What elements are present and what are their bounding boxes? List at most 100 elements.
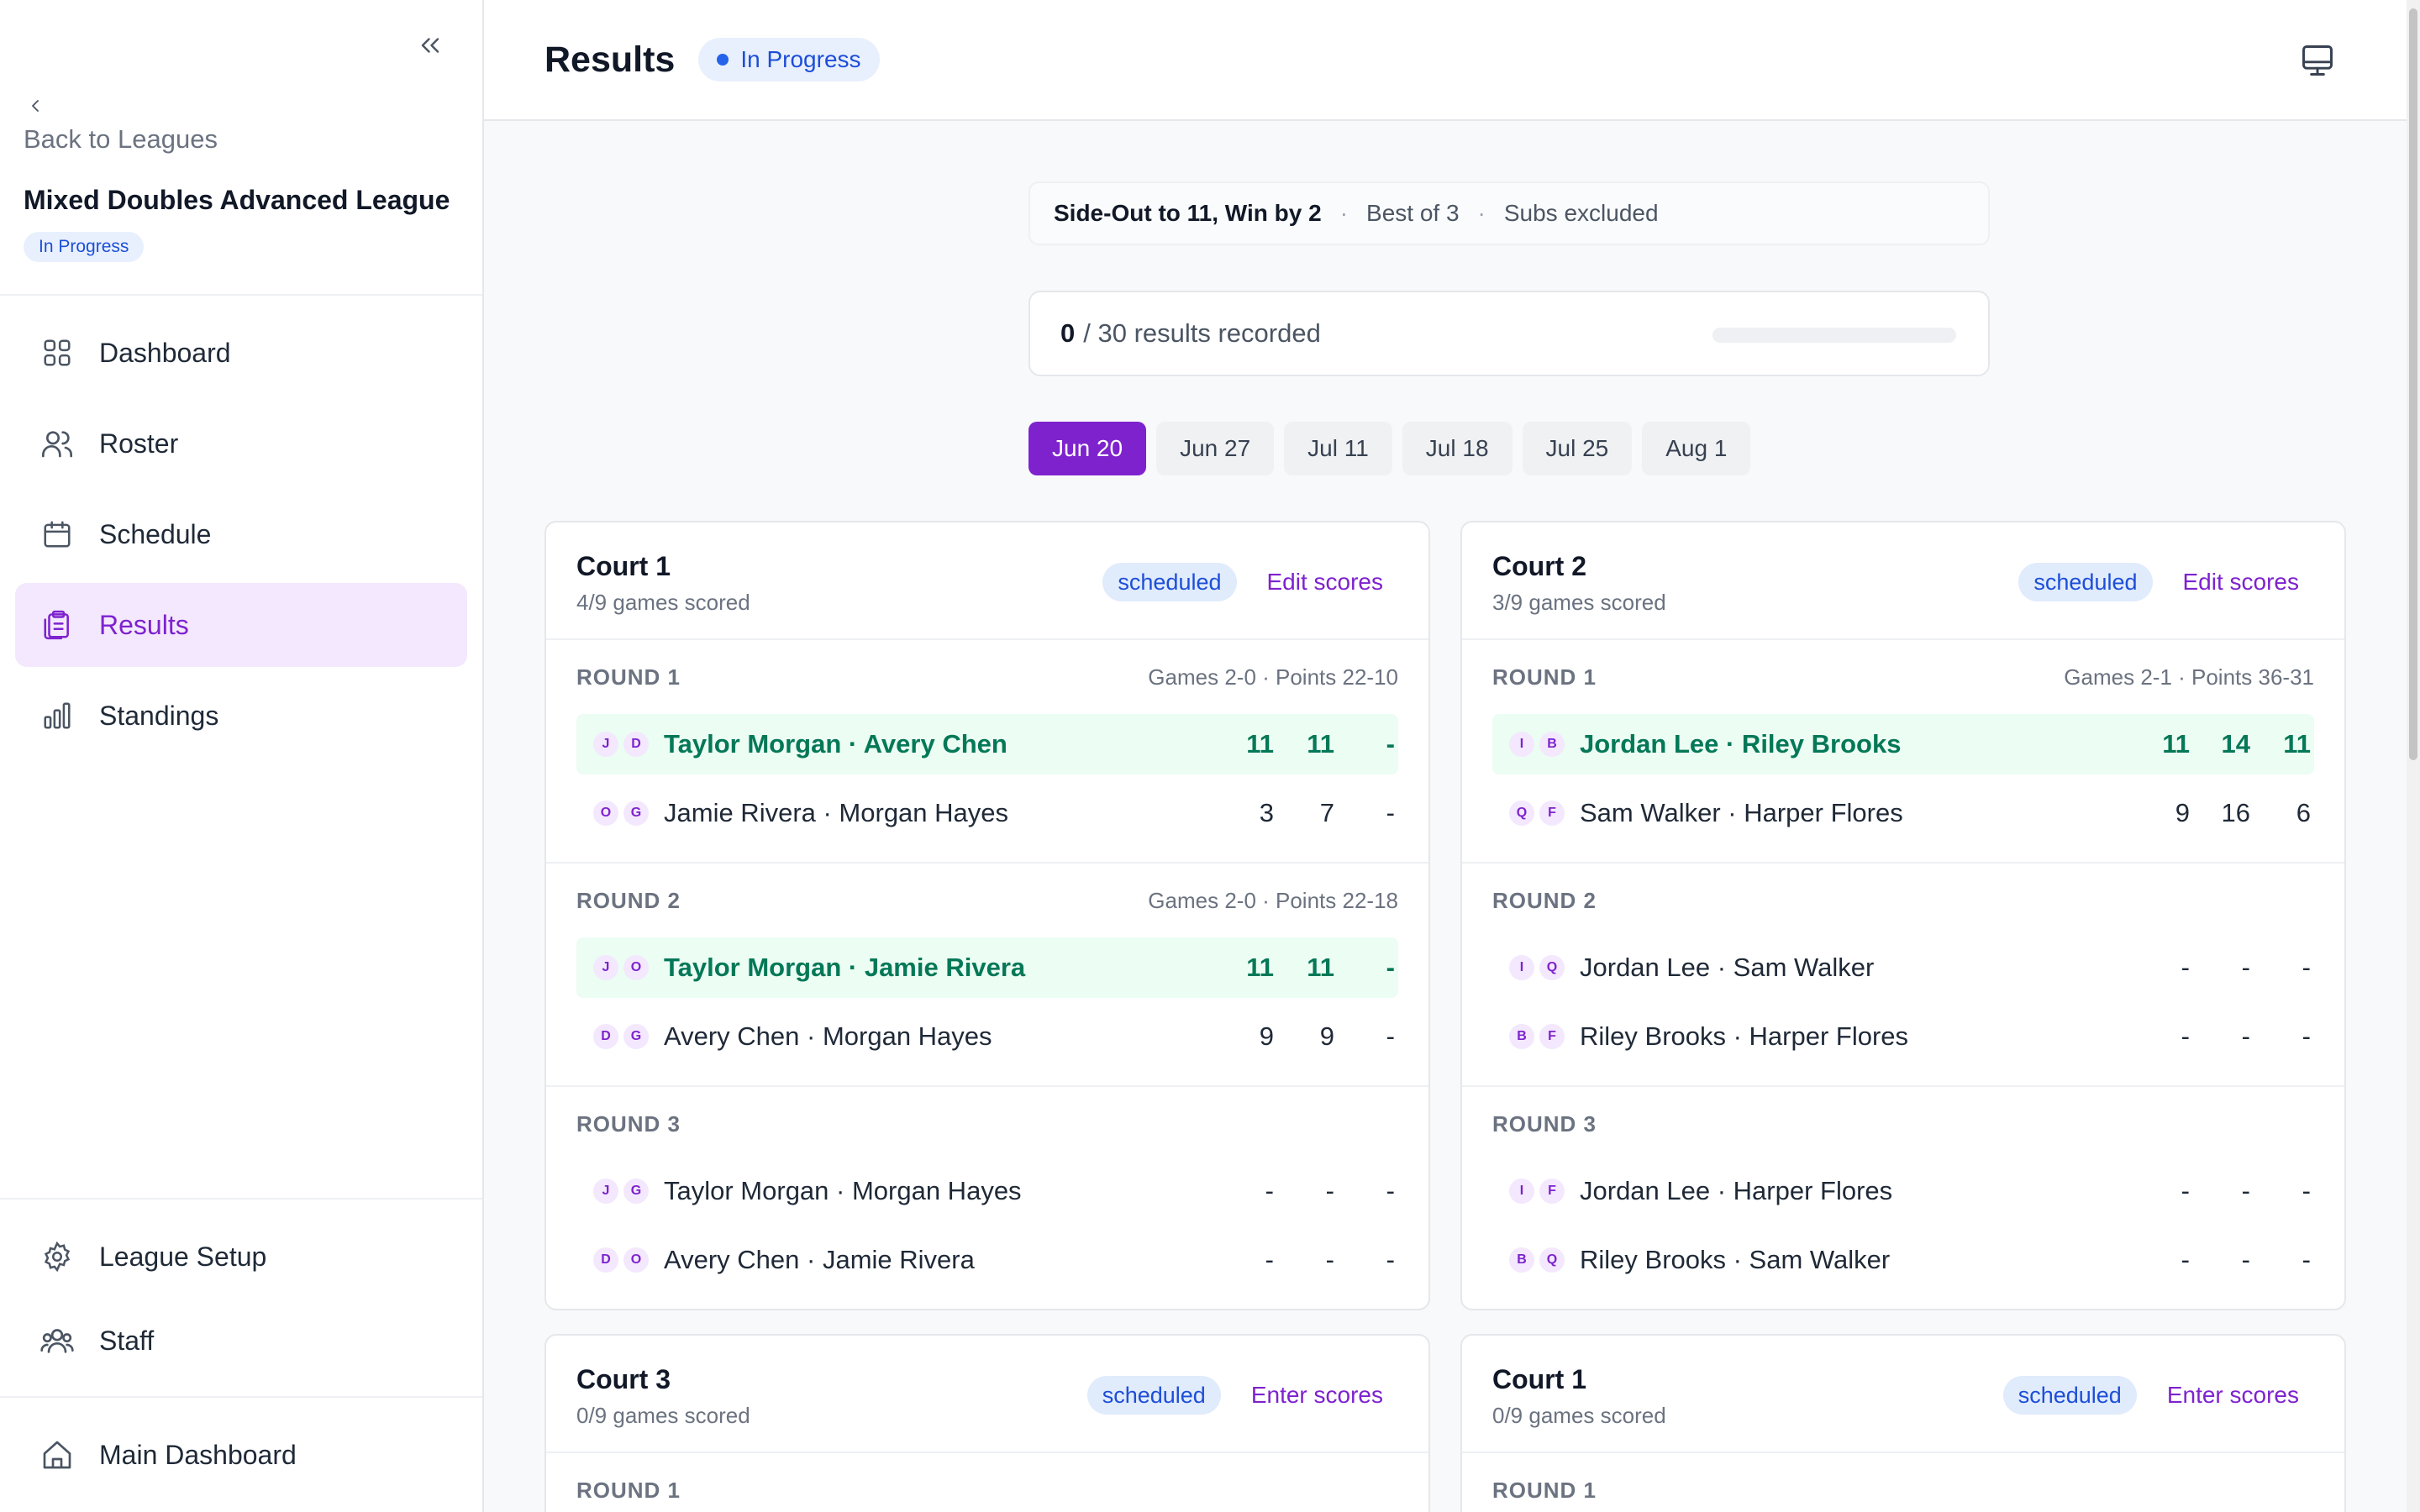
edit-scores-button[interactable]: Enter scores xyxy=(1251,1382,1383,1409)
round-header: ROUND 1 xyxy=(1492,1453,2314,1512)
round-section: ROUND 3 J G Taylor Morgan · Morgan Hayes - - -… xyxy=(546,1087,1428,1290)
scrollbar-thumb[interactable] xyxy=(2409,8,2417,760)
results-total-label: / 30 results recorded xyxy=(1083,318,1321,348)
round-header: ROUND 3 xyxy=(576,1087,1398,1161)
team-avatars: JD xyxy=(593,732,649,757)
team-avatars: IQ xyxy=(1509,955,1565,980)
game-score: 11 xyxy=(2162,729,2190,759)
date-tab[interactable]: Jul 25 xyxy=(1522,422,1633,475)
sidebar-item-staff[interactable]: Staff xyxy=(15,1299,467,1383)
collapse-sidebar-icon[interactable] xyxy=(412,27,449,64)
game-score: - xyxy=(1386,1245,1395,1274)
avatar: I xyxy=(1509,1179,1534,1204)
results-progress-card: 0 / 30 results recorded xyxy=(1028,291,1990,376)
edit-scores-button[interactable]: Edit scores xyxy=(2183,569,2300,596)
team-row: J G Taylor Morgan · Morgan Hayes - - - xyxy=(576,1161,1398,1221)
court-title: Court 3 xyxy=(576,1364,671,1394)
sidebar-item-dashboard[interactable]: Dashboard xyxy=(15,311,467,395)
sidebar-item-results[interactable]: Results xyxy=(15,583,467,667)
avatar: F xyxy=(1539,1024,1565,1049)
game-score: - xyxy=(1386,953,1395,982)
game-score: - xyxy=(1265,1245,1274,1274)
round-label: ROUND 1 xyxy=(1492,664,1597,690)
court-actions: scheduled Enter scores xyxy=(1086,1376,1383,1415)
date-tab[interactable]: Jul 18 xyxy=(1402,422,1512,475)
sidebar-item-label: Roster xyxy=(99,428,179,459)
round-label: ROUND 1 xyxy=(1492,1477,1597,1503)
team-name: Jordan Lee · Riley Brooks xyxy=(1580,729,1902,759)
game-scores: --- xyxy=(2129,1021,2311,1052)
status-badge: scheduled xyxy=(2002,1376,2137,1415)
game-score: - xyxy=(2181,953,2190,982)
team-row: B F Riley Brooks · Harper Flores - - - xyxy=(1492,1006,2314,1067)
game-score: - xyxy=(1386,729,1395,759)
back-to-leagues-link[interactable]: Back to Leagues xyxy=(24,124,218,155)
avatar: I xyxy=(1509,955,1534,980)
avatar: F xyxy=(1539,801,1565,826)
court-card: Court 3 0/9 games scored scheduled Enter sc… xyxy=(544,1334,1430,1512)
round-summary: Games 2-0 · Points 22-18 xyxy=(1148,887,1398,913)
team-row: O G Jamie Rivera · Morgan Hayes 3 7 - xyxy=(576,783,1398,843)
sidebar: Back to Leagues Mixed Doubles Advanced L… xyxy=(0,0,484,1512)
avatar: Q xyxy=(1539,955,1565,980)
game-score: 11 xyxy=(1307,953,1334,982)
monitor-icon[interactable] xyxy=(2296,39,2339,82)
round-header: ROUND 2 xyxy=(1492,864,2314,937)
home-icon xyxy=(39,1436,76,1473)
team-avatars: JO xyxy=(593,955,649,980)
court-title: Court 2 xyxy=(1492,551,1586,581)
sidebar-item-league-setup[interactable]: League Setup xyxy=(15,1215,467,1299)
round-section: ROUND 1 xyxy=(1462,1453,2344,1512)
team-row: J D Taylor Morgan · Avery Chen 11 11 - xyxy=(576,714,1398,774)
status-badge: In Progress xyxy=(698,38,880,81)
round-label: ROUND 2 xyxy=(576,887,681,913)
date-tab[interactable]: Jun 27 xyxy=(1156,422,1275,475)
sidebar-item-roster[interactable]: Roster xyxy=(15,402,467,486)
sidebar-divider xyxy=(0,294,482,296)
court-actions: scheduled Edit scores xyxy=(1102,563,1383,601)
game-scores: --- xyxy=(1213,1176,1395,1206)
game-scores: --- xyxy=(1213,1245,1395,1275)
sidebar-divider xyxy=(0,1198,482,1200)
avatar: O xyxy=(593,801,618,826)
sidebar-item-main-dashboard[interactable]: Main Dashboard xyxy=(15,1413,467,1497)
date-tab[interactable]: Jul 11 xyxy=(1284,422,1392,475)
edit-scores-button[interactable]: Enter scores xyxy=(2167,1382,2299,1409)
team-row: I Q Jordan Lee · Sam Walker - - - xyxy=(1492,937,2314,998)
games-scored: 4/9 games scored xyxy=(576,590,750,615)
round-summary: Games 2-1 · Points 36-31 xyxy=(2064,664,2314,690)
team-name: Sam Walker · Harper Flores xyxy=(1580,798,1903,827)
court-title: Court 1 xyxy=(576,551,671,581)
users-icon xyxy=(39,425,76,462)
team-avatars: JG xyxy=(593,1179,649,1204)
game-score: 16 xyxy=(2221,798,2250,827)
game-score: 14 xyxy=(2221,729,2250,759)
status-badge: scheduled xyxy=(2018,563,2153,601)
game-score: 3 xyxy=(1259,798,1274,827)
team-avatars: DG xyxy=(593,1024,649,1049)
round-label: ROUND 3 xyxy=(1492,1110,1597,1137)
round-header: ROUND 1 Games 2-1 · Points 36-31 xyxy=(1492,640,2314,714)
game-score: 6 xyxy=(2296,798,2311,827)
round-header: ROUND 3 xyxy=(1492,1087,2314,1161)
round-label: ROUND 3 xyxy=(576,1110,681,1137)
date-tab[interactable]: Aug 1 xyxy=(1642,422,1751,475)
team-name: Avery Chen · Jamie Rivera xyxy=(664,1245,975,1274)
date-tab[interactable]: Jun 20 xyxy=(1028,422,1147,475)
scrollbar[interactable] xyxy=(2407,0,2420,1512)
sidebar-divider xyxy=(0,1396,482,1398)
game-score: - xyxy=(2302,1176,2311,1205)
chevron-left-icon[interactable] xyxy=(25,91,50,121)
sidebar-item-schedule[interactable]: Schedule xyxy=(15,492,467,576)
avatar: G xyxy=(623,1024,649,1049)
edit-scores-button[interactable]: Edit scores xyxy=(1267,569,1384,596)
court-header: Court 1 4/9 games scored scheduled Edit sco… xyxy=(546,522,1428,640)
team-avatars: DO xyxy=(593,1247,649,1273)
sidebar-item-standings[interactable]: Standings xyxy=(15,674,467,758)
game-score: - xyxy=(1386,798,1395,827)
game-scores: 11 11 - xyxy=(1213,953,1395,983)
grid-icon xyxy=(39,334,76,371)
game-scores: --- xyxy=(2129,1176,2311,1206)
sidebar-item-label: Schedule xyxy=(99,518,212,549)
round-section: ROUND 2 I Q Jordan Lee · Sam Walker - - - B F Ril… xyxy=(1462,864,2344,1087)
